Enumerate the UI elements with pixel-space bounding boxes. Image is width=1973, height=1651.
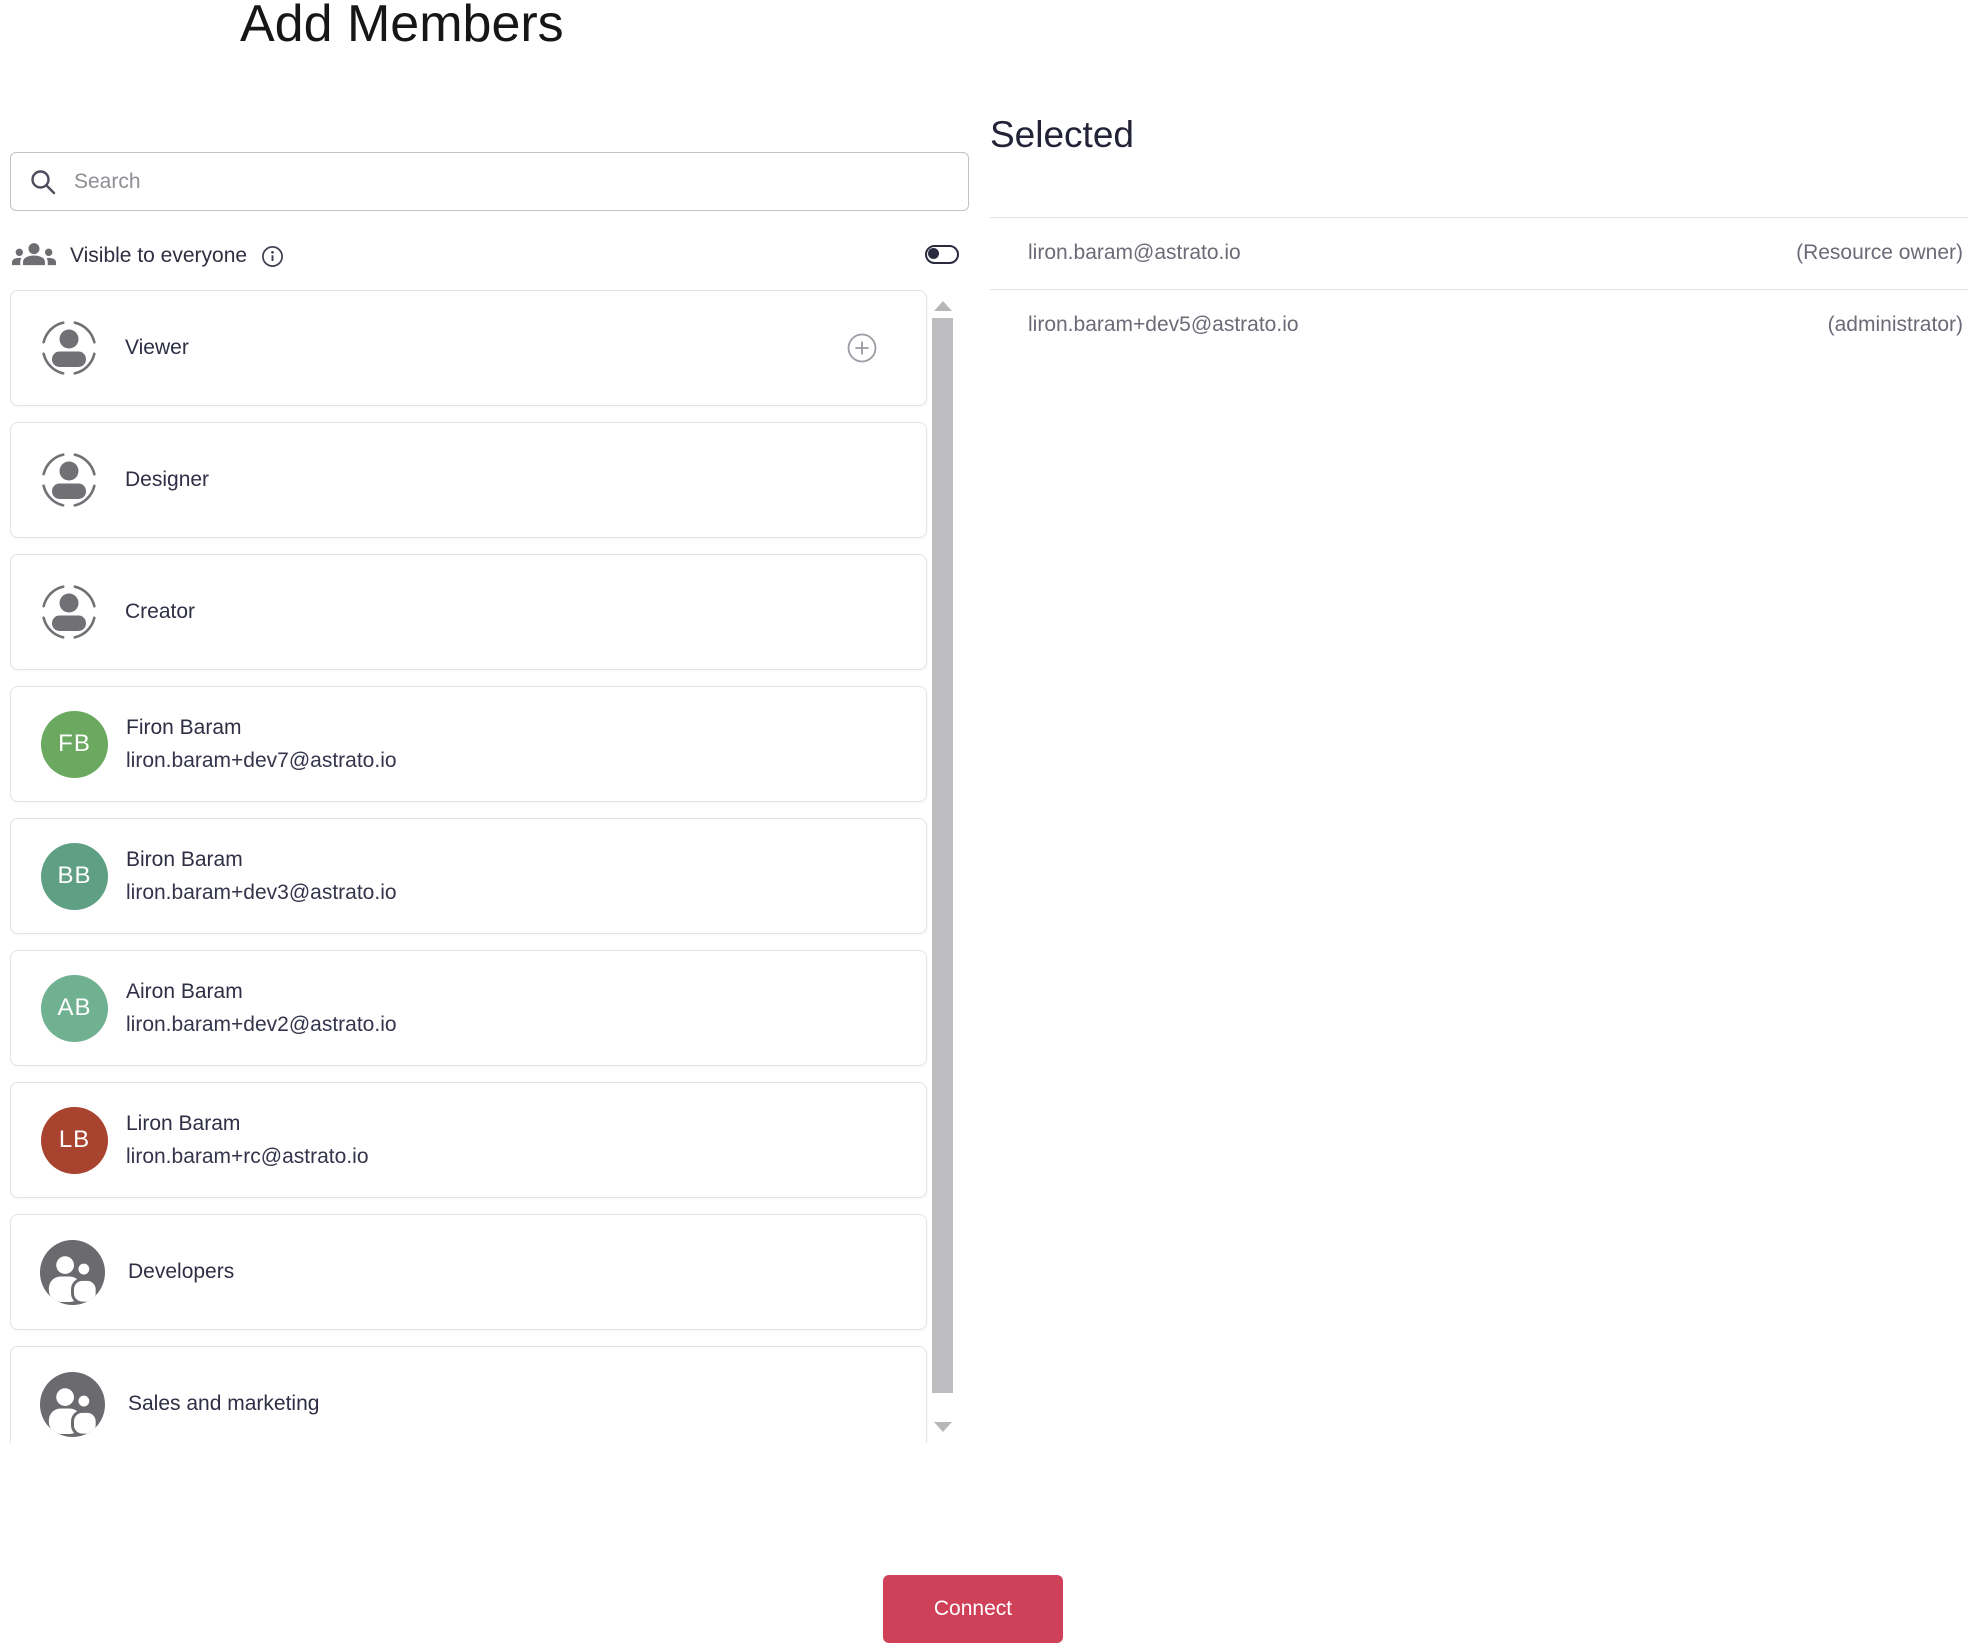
group-icon [39, 1239, 106, 1305]
visibility-toggle[interactable] [925, 245, 959, 264]
connect-button[interactable]: Connect [883, 1575, 1063, 1643]
scrollbar-up-arrow[interactable] [934, 301, 952, 311]
role-icon [41, 452, 97, 508]
user-email: liron.baram+dev2@astrato.io [126, 1012, 397, 1036]
selected-heading: Selected [990, 114, 1134, 155]
selected-row[interactable]: liron.baram+dev5@astrato.io (administrat… [990, 290, 1968, 360]
search-icon [31, 169, 56, 194]
user-email: liron.baram+dev3@astrato.io [126, 880, 397, 904]
add-circle-icon[interactable] [846, 332, 878, 364]
list-item-role-designer[interactable]: Designer [10, 422, 927, 538]
search-input[interactable] [72, 168, 956, 195]
add-members-dialog: Add Members Visible to everyone [0, 0, 1973, 1651]
user-text: Biron Baram liron.baram+dev3@astrato.io [126, 848, 397, 905]
visibility-label: Visible to everyone [70, 244, 248, 267]
list-item-role-viewer[interactable]: Viewer [10, 290, 927, 406]
list-item-user[interactable]: AB Airon Baram liron.baram+dev2@astrato.… [10, 950, 927, 1066]
selected-email: liron.baram+dev5@astrato.io [1028, 313, 1299, 336]
avatar-initials: BB [57, 862, 92, 889]
avatar: LB [41, 1106, 108, 1174]
page-title: Add Members [240, 0, 564, 53]
list-item-role-creator[interactable]: Creator [10, 554, 927, 670]
user-name: Firon Baram [126, 715, 242, 739]
members-list: Viewer Designer Creator FB Firon Baram l… [0, 290, 946, 1443]
user-name: Biron Baram [126, 847, 243, 871]
list-item-group[interactable]: Developers [10, 1214, 927, 1330]
avatar: BB [41, 842, 108, 910]
list-item-user[interactable]: FB Firon Baram liron.baram+dev7@astrato.… [10, 686, 927, 802]
avatar: FB [41, 710, 108, 778]
list-item-label: Designer [125, 468, 210, 491]
list-item-label: Developers [128, 1260, 235, 1283]
avatar-initials: LB [58, 1126, 91, 1153]
user-text: Airon Baram liron.baram+dev2@astrato.io [126, 980, 397, 1037]
selected-email: liron.baram@astrato.io [1028, 241, 1241, 264]
role-icon [41, 584, 97, 640]
scrollbar-down-arrow[interactable] [934, 1422, 952, 1432]
groups-icon [12, 243, 56, 266]
list-item-group[interactable]: Sales and marketing [10, 1346, 927, 1443]
role-icon [41, 320, 97, 376]
user-text: Liron Baram liron.baram+rc@astrato.io [126, 1112, 369, 1169]
scrollbar-thumb[interactable] [932, 318, 953, 1393]
toggle-knob [928, 248, 939, 259]
selected-role: (Resource owner) [1796, 241, 1963, 264]
info-icon[interactable] [261, 245, 284, 268]
search-box [10, 152, 969, 211]
selected-role: (administrator) [1827, 313, 1963, 336]
group-icon [39, 1371, 106, 1437]
list-item-label: Viewer [125, 336, 189, 359]
user-email: liron.baram+rc@astrato.io [126, 1144, 369, 1168]
user-name: Liron Baram [126, 1111, 241, 1135]
selected-row[interactable]: liron.baram@astrato.io (Resource owner) [990, 218, 1968, 288]
list-item-label: Creator [125, 600, 196, 623]
user-text: Firon Baram liron.baram+dev7@astrato.io [126, 716, 397, 773]
avatar-initials: FB [58, 730, 91, 757]
user-email: liron.baram+dev7@astrato.io [126, 748, 397, 772]
avatar-initials: AB [57, 994, 92, 1021]
list-item-user[interactable]: BB Biron Baram liron.baram+dev3@astrato.… [10, 818, 927, 934]
list-item-user[interactable]: LB Liron Baram liron.baram+rc@astrato.io [10, 1082, 927, 1198]
avatar: AB [41, 974, 108, 1042]
visibility-row: Visible to everyone [12, 238, 961, 274]
user-name: Airon Baram [126, 979, 243, 1003]
list-item-label: Sales and marketing [128, 1392, 320, 1415]
